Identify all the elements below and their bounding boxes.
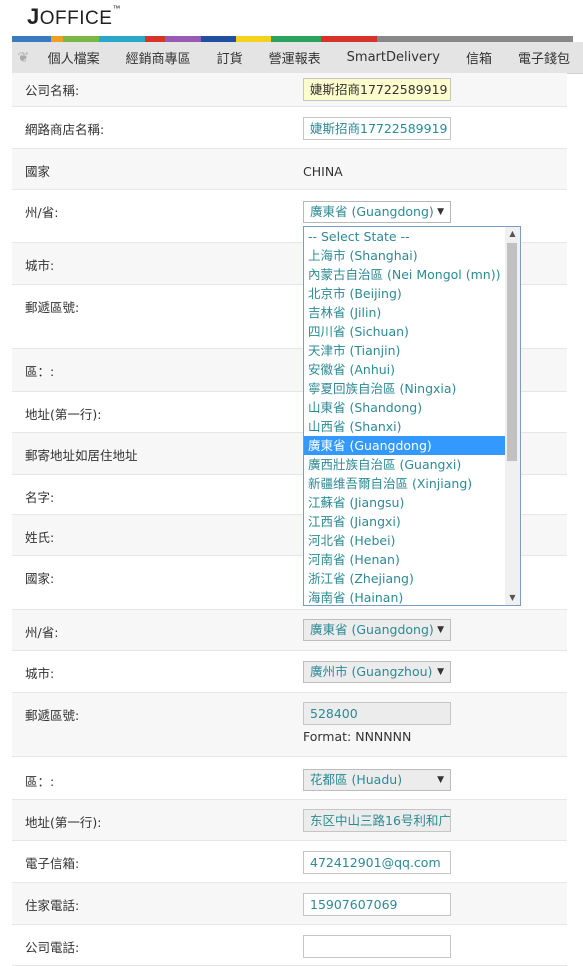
- state-option[interactable]: 安徽省 (Anhui): [304, 360, 507, 379]
- city2-select[interactable]: 廣州市 (Guangzhou) ▼: [303, 661, 451, 683]
- shop-name-label: 網路商店名稱:: [25, 122, 105, 137]
- chevron-down-icon: ▼: [437, 207, 444, 217]
- scroll-up-icon[interactable]: ▲: [505, 227, 520, 241]
- first-name-label: 名字:: [25, 490, 55, 505]
- header: JOFFICE™: [0, 0, 583, 36]
- scroll-down-icon[interactable]: ▼: [505, 591, 520, 605]
- dropdown-scrollbar[interactable]: ▲ ▼: [505, 227, 520, 605]
- postal2-label: 郵遞區號:: [25, 708, 80, 723]
- nav-item-reports[interactable]: 營運報表: [256, 48, 334, 67]
- state-option[interactable]: 天津市 (Tianjin): [304, 341, 507, 360]
- nav-leaf-icon: ❦: [17, 49, 30, 66]
- row-address1-2: 地址(第一行): 东区中山三路16号利和广: [12, 800, 567, 841]
- district2-select[interactable]: 花都區 (Huadu) ▼: [303, 769, 451, 791]
- chevron-down-icon: ▼: [437, 667, 444, 677]
- nav-item-profile[interactable]: 個人檔案: [35, 48, 113, 67]
- state-option[interactable]: 內蒙古自治區 (Nei Mongol (mn)): [304, 265, 507, 284]
- company-name-input[interactable]: 婕斯招商17722589919: [303, 78, 451, 101]
- state-option[interactable]: 山西省 (Shanxi): [304, 417, 507, 436]
- postal-label: 郵遞區號:: [25, 300, 80, 315]
- nav-item-smartdelivery[interactable]: SmartDelivery: [334, 50, 453, 65]
- company-name-label: 公司名稱:: [25, 83, 80, 98]
- nav-item-order[interactable]: 訂貨: [204, 48, 256, 67]
- row-state2: 州/省: 廣東省 (Guangdong) ▼: [12, 610, 567, 651]
- state-option[interactable]: 寧夏回族自治區 (Ningxia): [304, 379, 507, 398]
- state-option[interactable]: -- Select State --: [304, 227, 507, 246]
- country-value: CHINA: [303, 164, 343, 179]
- nav-item-distributor[interactable]: 經銷商專區: [113, 48, 204, 67]
- district2-label: 區：:: [25, 774, 55, 789]
- chevron-down-icon: ▼: [437, 625, 444, 635]
- state-option[interactable]: 江西省 (Jiangxi): [304, 512, 507, 531]
- state-option[interactable]: 海南省 (Hainan): [304, 588, 507, 607]
- state-option[interactable]: 廣東省 (Guangdong): [304, 436, 507, 455]
- row-postal2: 郵遞區號: 528400 Format: NNNNNN: [12, 693, 567, 757]
- district-label: 區：:: [25, 364, 55, 379]
- state-label: 州/省:: [25, 205, 59, 220]
- last-name-label: 姓氏:: [25, 530, 55, 545]
- state2-select[interactable]: 廣東省 (Guangdong) ▼: [303, 619, 451, 641]
- city-label: 城市:: [25, 258, 55, 273]
- shop-name-input[interactable]: 婕斯招商17722589919: [303, 117, 451, 140]
- state-option[interactable]: 上海市 (Shanghai): [304, 246, 507, 265]
- country2-label: 國家:: [25, 571, 55, 586]
- postal2-input[interactable]: 528400: [303, 702, 451, 725]
- home-phone-label: 住家電話:: [25, 898, 80, 913]
- state2-label: 州/省:: [25, 625, 59, 640]
- state-option[interactable]: 浙江省 (Zhejiang): [304, 569, 507, 588]
- state-option[interactable]: 山東省 (Shandong): [304, 398, 507, 417]
- address1-2-label: 地址(第一行):: [25, 815, 102, 830]
- address1-label: 地址(第一行):: [25, 407, 102, 422]
- company-phone-input[interactable]: [303, 935, 451, 958]
- state-option[interactable]: 新疆维吾爾自治區 (Xinjiang): [304, 474, 507, 493]
- state-select[interactable]: 廣東省 (Guangdong) ▼: [303, 201, 451, 223]
- state-option[interactable]: 廣西壯族自治區 (Guangxi): [304, 455, 507, 474]
- row-email: 電子信箱: 472412901@qq.com: [12, 841, 567, 883]
- main-nav: ❦ 個人檔案 經銷商專區 訂貨 營運報表 SmartDelivery 信箱 電子…: [12, 42, 583, 74]
- nav-item-mailbox[interactable]: 信箱: [453, 48, 505, 67]
- address1-2-input[interactable]: 东区中山三路16号利和广: [303, 809, 451, 832]
- row-home-phone: 住家電話: 15907607069: [12, 883, 567, 925]
- postal-format-hint: Format: NNNNNN: [303, 729, 412, 744]
- state-option[interactable]: 吉林省 (Jilin): [304, 303, 507, 322]
- email-input[interactable]: 472412901@qq.com: [303, 851, 451, 874]
- state-option[interactable]: 江蘇省 (Jiangsu): [304, 493, 507, 512]
- state-option[interactable]: 四川省 (Sichuan): [304, 322, 507, 341]
- row-company-phone: 公司電話:: [12, 925, 567, 966]
- city2-label: 城市:: [25, 666, 55, 681]
- state-option[interactable]: 河南省 (Henan): [304, 550, 507, 569]
- state-option[interactable]: 河北省 (Hebei): [304, 531, 507, 550]
- country-label: 國家: [25, 164, 51, 179]
- state-dropdown-list[interactable]: -- Select State -- 上海市 (Shanghai) 內蒙古自治區 (…: [303, 226, 521, 606]
- row-shop-name: 網路商店名稱: 婕斯招商17722589919: [12, 107, 567, 149]
- mailing-same-label: 郵寄地址如居住地址: [25, 448, 138, 463]
- row-district2: 區：: 花都區 (Huadu) ▼: [12, 757, 567, 800]
- state-options: -- Select State -- 上海市 (Shanghai) 內蒙古自治區 (…: [304, 227, 507, 607]
- scrollbar-thumb[interactable]: [507, 243, 517, 461]
- joffice-logo[interactable]: JOFFICE™: [27, 4, 121, 30]
- chevron-down-icon: ▼: [437, 775, 444, 785]
- email-label: 電子信箱:: [25, 856, 80, 871]
- row-country: 國家 CHINA: [12, 149, 567, 190]
- nav-item-ewallet[interactable]: 電子錢包: [505, 48, 583, 67]
- state-option[interactable]: 北京市 (Beijing): [304, 284, 507, 303]
- company-phone-label: 公司電話:: [25, 940, 80, 955]
- row-city2: 城市: 廣州市 (Guangzhou) ▼: [12, 651, 567, 693]
- home-phone-input[interactable]: 15907607069: [303, 893, 451, 916]
- row-company-name: 公司名稱: 婕斯招商17722589919: [12, 73, 567, 107]
